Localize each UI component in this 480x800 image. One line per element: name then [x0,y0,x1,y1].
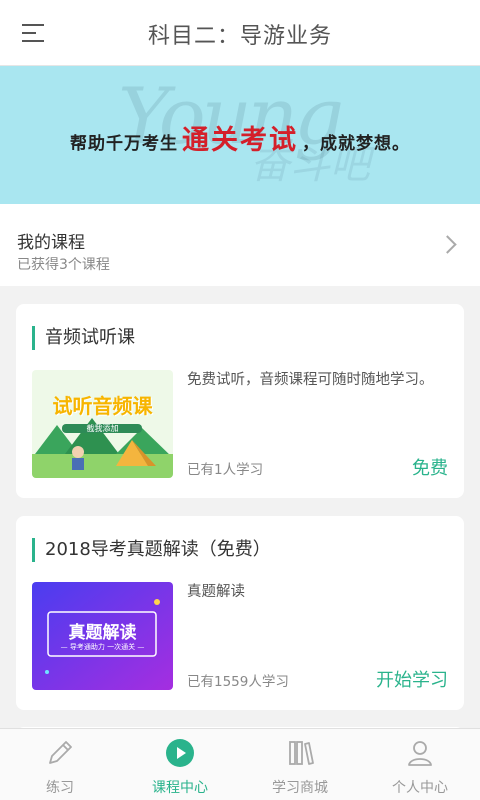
books-icon [289,741,314,765]
tab-course-center[interactable]: 课程中心 [120,729,240,800]
bottom-tab-bar: 练习 课程中心 学习商城 个人中心 [0,728,480,800]
thumbnail-subtitle: — 导考通助力 一次通关 — [60,643,145,651]
thumbnail-title: 试听音频课 [52,394,153,418]
course-thumbnail[interactable]: 试听音频课 截我添加 [32,370,173,478]
page-title: 科目二：导游业务 [147,24,332,49]
play-circle-icon [166,739,194,767]
app-header: 科目二：导游业务 [0,0,480,66]
learner-count: 已有1人学习 [187,462,264,478]
tab-profile[interactable]: 个人中心 [360,729,480,800]
my-courses-count: 已获得3个课程 [17,257,110,273]
tab-practice[interactable]: 练习 [0,729,120,800]
thumbnail-title: 真题解读 [68,623,137,643]
tab-label: 课程中心 [152,780,208,796]
banner-text-before: 帮助千万考生 [70,134,178,154]
tab-label: 个人中心 [392,780,448,796]
course-description: 免费试听，音频课程可随时随地学习。 [187,372,434,388]
course-title: 音频试听课 [32,326,135,350]
banner-slogan: 帮助千万考生 通关考试 ，成就梦想。 [0,118,480,157]
person-icon [408,741,432,766]
course-title: 2018导考真题解读（免费） [32,538,271,562]
banner-text-after: ，成就梦想。 [302,134,410,154]
tab-store[interactable]: 学习商城 [240,729,360,800]
course-thumbnail[interactable]: 真题解读 — 导考通助力 一次通关 — [32,582,173,690]
learner-count: 已有1559人学习 [187,674,289,690]
my-courses-title: 我的课程 [17,233,85,253]
chevron-right-icon [438,235,457,254]
course-description: 真题解读 [187,584,245,600]
thumbnail-tag: 截我添加 [86,424,119,433]
pencil-icon [49,741,72,764]
course-card[interactable]: 2018导考真题解读（免费） 真题解读 — 导考通助力 一次通关 — 真题解读 … [16,516,464,710]
free-button[interactable]: 免费 [412,454,448,480]
course-card[interactable]: 音频试听课 试听音频课 截我添加 免费试听，音频课程可随时随地学习。 已有1人学… [16,304,464,498]
tab-label: 学习商城 [272,780,328,796]
tab-label: 练习 [46,780,74,796]
promo-banner[interactable]: Young 奋斗吧 帮助千万考生 通关考试 ，成就梦想。 [0,66,480,204]
my-courses-row[interactable]: 我的课程 已获得3个课程 [0,204,480,286]
banner-text-highlight: 通关考试 [182,125,298,156]
start-learning-button[interactable]: 开始学习 [376,666,448,692]
